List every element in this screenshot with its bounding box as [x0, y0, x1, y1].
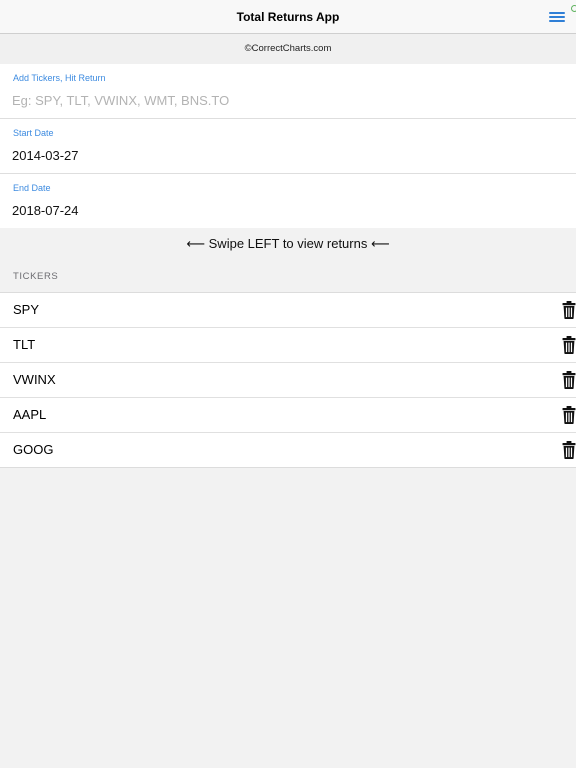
ticker-row[interactable]: GOOG	[0, 433, 576, 467]
tickers-section-header: TICKERS	[13, 271, 59, 282]
ticker-row[interactable]: VWINX	[0, 363, 576, 398]
trash-icon-graphic	[562, 441, 576, 459]
trash-icon-graphic	[562, 371, 576, 389]
trash-icon[interactable]	[562, 371, 576, 389]
trash-icon-graphic	[562, 301, 576, 319]
hamburger-menu-icon[interactable]	[548, 10, 568, 24]
ticker-symbol: GOOG	[13, 442, 54, 457]
ticker-symbol: SPY	[13, 302, 40, 317]
start-date-field: Start Date 2014-03-27	[0, 119, 576, 174]
copyright-credit: ©CorrectCharts.com	[0, 34, 576, 64]
navigation-bar: Total Returns App	[0, 0, 576, 34]
trash-icon[interactable]	[562, 441, 576, 459]
trash-icon[interactable]	[562, 406, 576, 424]
tickers-field-label: Add Tickers, Hit Return	[13, 73, 106, 83]
ticker-row[interactable]: TLT	[0, 328, 576, 363]
tickers-list: SPY TLT VWINX AAPL GOOG	[0, 292, 576, 468]
ticker-symbol: VWINX	[13, 372, 56, 387]
trash-icon-graphic	[562, 406, 576, 424]
end-date-label: End Date	[13, 183, 51, 193]
app-title: Total Returns App	[236, 10, 340, 24]
trash-icon[interactable]	[562, 336, 576, 354]
end-date-input[interactable]: 2018-07-24	[12, 202, 552, 220]
trash-icon-graphic	[562, 336, 576, 354]
trash-icon[interactable]	[562, 301, 576, 319]
tickers-input[interactable]	[12, 92, 552, 110]
input-form: Add Tickers, Hit Return Start Date 2014-…	[0, 64, 576, 228]
menu-bar-bottom	[549, 20, 565, 22]
ticker-symbol: AAPL	[13, 407, 47, 422]
start-date-input[interactable]: 2014-03-27	[12, 147, 552, 165]
ticker-row[interactable]: SPY	[0, 293, 576, 328]
ticker-symbol: TLT	[13, 337, 36, 352]
end-date-field: End Date 2018-07-24	[0, 174, 576, 228]
ticker-row[interactable]: AAPL	[0, 398, 576, 433]
tickers-field: Add Tickers, Hit Return	[0, 64, 576, 119]
swipe-hint: ⟵ Swipe LEFT to view returns ⟵	[186, 236, 390, 251]
menu-bar-top	[549, 12, 565, 14]
menu-bar-middle	[549, 16, 565, 18]
status-circle-icon	[571, 5, 576, 12]
start-date-label: Start Date	[13, 128, 54, 138]
